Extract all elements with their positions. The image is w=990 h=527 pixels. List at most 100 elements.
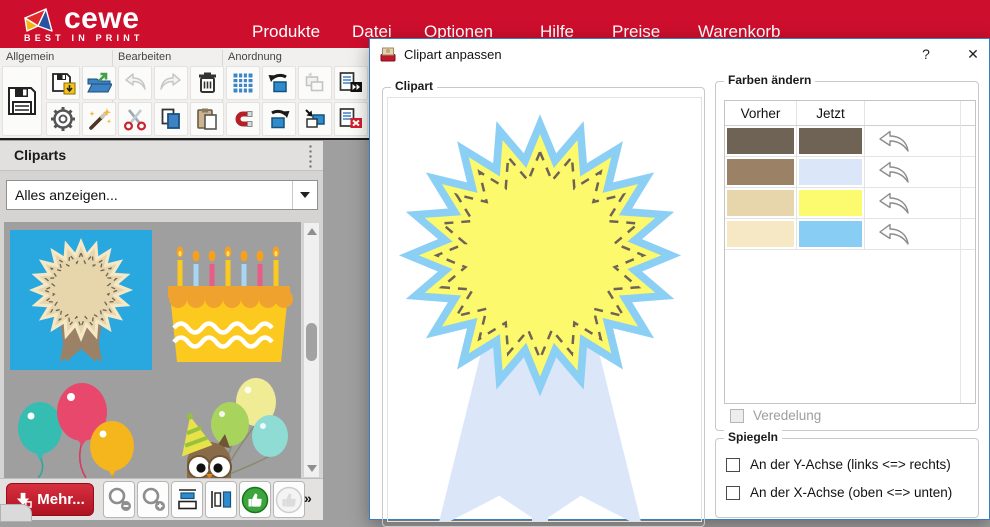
clipart-preview-group: Clipart [382,87,705,527]
save-icon [4,83,40,119]
dialog-titlebar[interactable]: Clipart anpassen ? ✕ [370,39,989,69]
rotate-right-icon [266,106,292,132]
brand-name: cewe [64,6,139,32]
cliparts-scrollbar[interactable] [303,222,320,478]
save-as-button[interactable] [46,66,80,100]
approve-button[interactable] [239,481,271,518]
copy-icon [158,106,184,132]
column-actions [865,101,975,125]
rotate-right-button[interactable] [262,102,296,136]
group-button [298,66,332,100]
color-row-3 [725,188,975,219]
swatch-vorher-2[interactable] [727,159,794,185]
clipart-thumb-owl[interactable] [158,374,300,478]
zoom-out-button[interactable] [103,481,135,518]
swatch-jetzt-3[interactable] [799,190,862,216]
mirror-group: Spiegeln An der Y-Achse (links <=> recht… [715,438,979,518]
reset-color-4[interactable] [865,219,975,249]
undo-arrow-icon [875,129,911,153]
undo-button [118,66,152,100]
panel-bottom-toolbar: Mehr... [0,478,323,520]
mirror-x-checkbox[interactable] [726,486,740,500]
grid-button[interactable] [226,66,260,100]
column-jetzt: Jetzt [797,101,865,125]
reset-color-2[interactable] [865,157,975,187]
thumbs-up-disabled-icon [275,486,303,514]
undo-arrow-icon [875,191,911,215]
color-row-4 [725,219,975,250]
mirror-y-label[interactable]: An der Y-Achse (links <=> rechts) [750,457,951,472]
save-button[interactable] [2,66,42,136]
distribute-vertical-button[interactable] [205,481,237,518]
dialog-close-button[interactable]: ✕ [958,43,988,65]
swatch-vorher-4[interactable] [727,221,794,247]
brand-tagline: BEST IN PRINT [24,33,144,43]
save-as-icon [50,70,76,96]
distribute-horizontal-button[interactable] [171,481,203,518]
swatch-vorher-3[interactable] [727,190,794,216]
dialog-help-button[interactable]: ? [911,43,941,65]
clipart-filter-value: Alles anzeigen... [15,187,292,203]
owl-thumb-art [158,374,300,478]
cut-button[interactable] [118,102,152,136]
clipart-anpassen-dialog: Clipart anpassen ? ✕ Clipart Farben ände… [369,38,990,520]
zoom-in-button[interactable] [137,481,169,518]
color-table-scroll-column [960,101,961,403]
scissors-icon [122,106,148,132]
magnet-icon [230,106,256,132]
paste-button[interactable] [190,102,224,136]
settings-button[interactable] [46,102,80,136]
page-delete-icon [338,106,364,132]
swatch-jetzt-2[interactable] [799,159,862,185]
rotate-left-button[interactable] [262,66,296,100]
mirror-x-label[interactable]: An der X-Achse (oben <=> unten) [750,485,952,500]
clipart-thumb-balloons[interactable] [10,374,152,478]
color-table: Vorher Jetzt [724,100,976,404]
color-table-header: Vorher Jetzt [725,101,975,126]
scroll-down-icon[interactable] [307,465,317,472]
colors-group-label: Farben ändern [724,73,815,87]
open-button[interactable] [82,66,116,100]
veredelung-checkbox [730,409,744,423]
dialog-app-icon [380,46,396,62]
paste-icon [194,106,220,132]
trash-icon [194,70,220,96]
mirror-group-label: Spiegeln [724,430,782,444]
undo-arrow-icon [875,222,911,246]
menu-produkte[interactable]: Produkte [252,22,320,42]
cliparts-panel-header: Cliparts [0,141,323,171]
redo-icon [158,70,184,96]
mirror-y-checkbox[interactable] [726,458,740,472]
panel-title: Cliparts [14,147,66,163]
distribute-vertical-icon [208,486,235,513]
magnet-button[interactable] [226,102,260,136]
page-forward-button[interactable] [334,66,368,100]
swatch-vorher-1[interactable] [727,128,794,154]
swatch-jetzt-1[interactable] [799,128,862,154]
clipart-thumb-cake[interactable] [158,230,300,370]
swatch-jetzt-4[interactable] [799,221,862,247]
clipart-filter-dropdown[interactable]: Alles anzeigen... [6,180,318,210]
scrollbar-thumb[interactable] [306,323,317,361]
color-row-1 [725,126,975,157]
clipart-thumb-award[interactable] [10,230,152,370]
expand-panel-chevron[interactable]: » [304,490,312,506]
clipart-preview [387,97,702,522]
magic-wand-icon [86,106,112,132]
page-delete-button[interactable] [334,102,368,136]
scroll-up-icon[interactable] [307,228,317,235]
clipart-grid [4,222,301,478]
group-label-allgemein: Allgemein [6,51,54,63]
open-folder-icon [86,70,112,96]
dropdown-arrow-button[interactable] [292,181,317,209]
reset-color-1[interactable] [865,126,975,156]
reset-color-3[interactable] [865,188,975,218]
bring-front-button[interactable] [298,102,332,136]
veredelung-label: Veredelung [753,408,821,423]
veredelung-option: Veredelung [730,408,821,423]
wizard-button[interactable] [82,102,116,136]
panel-drag-handle-icon[interactable] [308,144,313,168]
award-thumb-art [10,230,152,370]
copy-button[interactable] [154,102,188,136]
delete-button[interactable] [190,66,224,100]
